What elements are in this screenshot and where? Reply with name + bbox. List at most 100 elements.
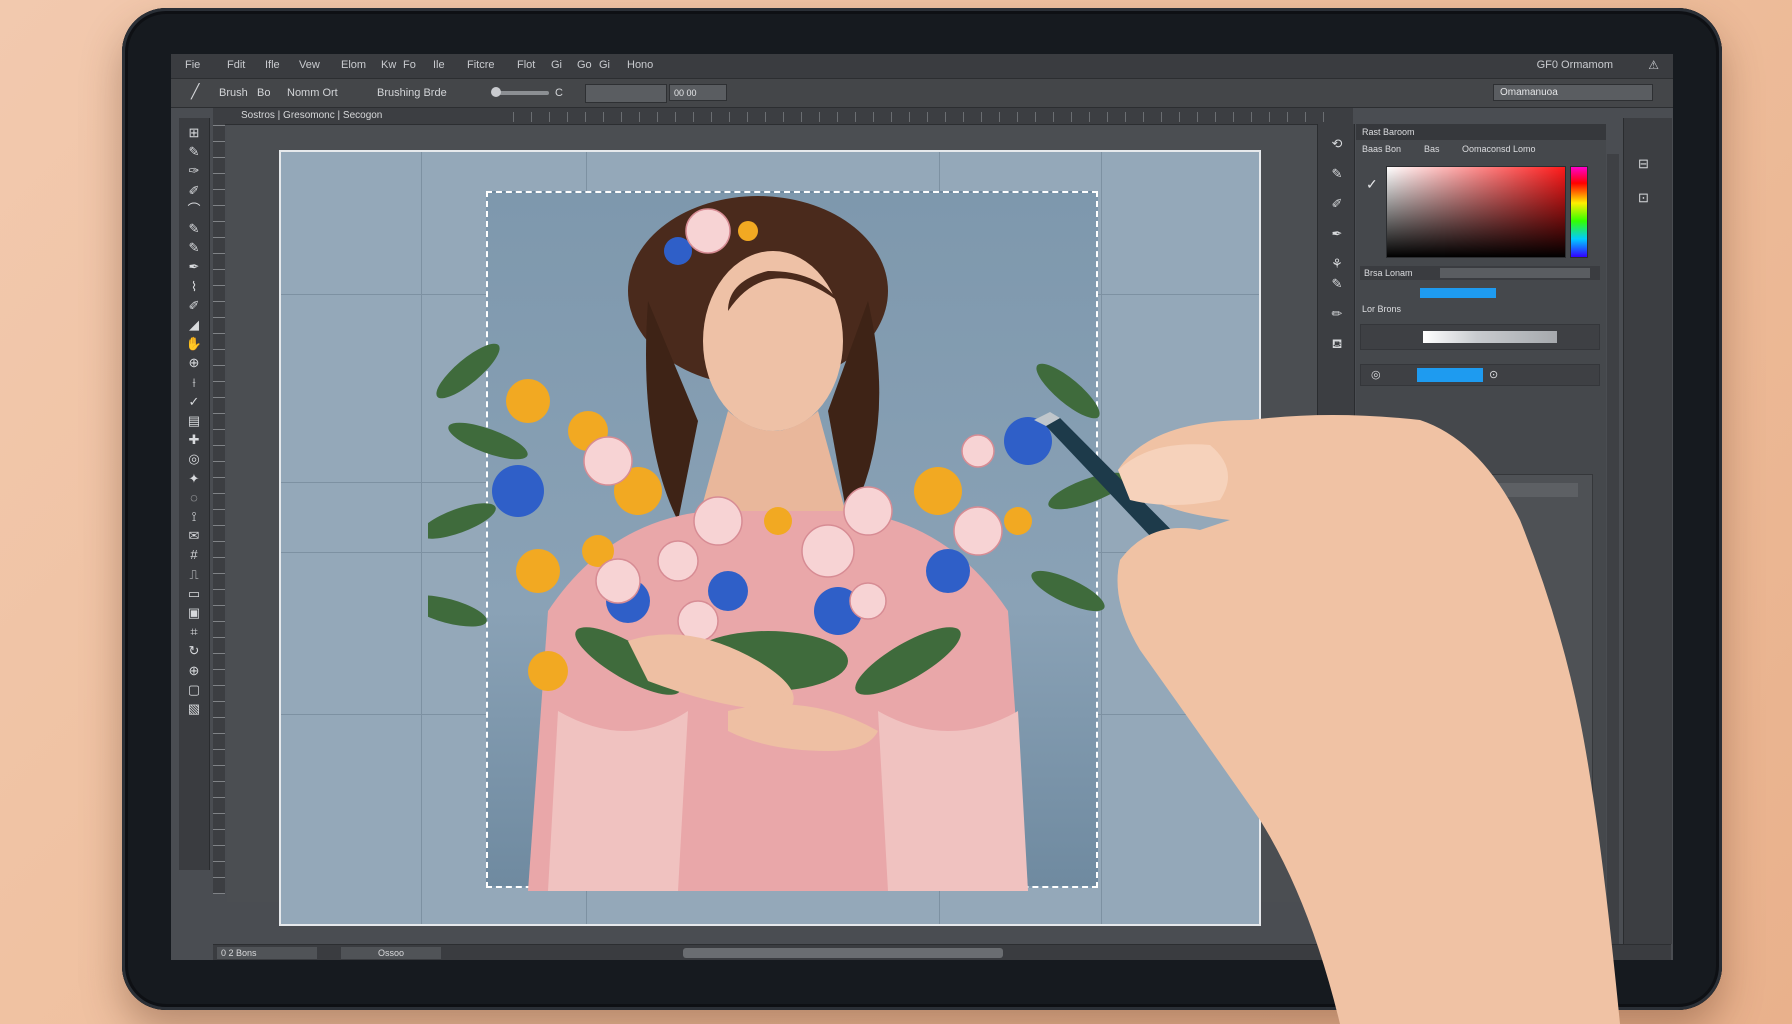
tab-adjustments[interactable]: Oomaconsd Lomo xyxy=(1462,144,1536,154)
menu-item-plot[interactable]: Flot xyxy=(517,59,535,71)
menu-item-view[interactable]: Vew xyxy=(299,59,320,71)
zoom-tool[interactable]: ⊕ xyxy=(184,354,204,372)
stamp-icon[interactable]: ⛾ xyxy=(1328,336,1346,354)
tab-swatches[interactable]: Baas Bon xyxy=(1362,144,1401,154)
move-tool[interactable]: ⊞ xyxy=(184,124,204,142)
eraser-tool[interactable]: ✎ xyxy=(184,220,204,238)
gradient-tool[interactable]: ▤ xyxy=(184,412,204,430)
menu-item-go[interactable]: Go xyxy=(577,59,592,71)
clone-tool[interactable]: ✎ xyxy=(184,239,204,257)
clone-source-icon[interactable]: ✐ xyxy=(1328,196,1346,214)
zoom-level[interactable]: 0 2 Bons xyxy=(217,947,317,959)
screen-mode-tool[interactable]: ▢ xyxy=(184,681,204,699)
foreground-swatch[interactable] xyxy=(1417,368,1483,382)
panel-icon-strip: ⟲ ✎ ✐ ✒ ⚘ ✎ ✏ ⛾ xyxy=(1317,124,1355,864)
portrait-artwork xyxy=(428,196,1128,891)
horizontal-scrollbar[interactable] xyxy=(683,948,1003,958)
pen-tool[interactable]: ✑ xyxy=(184,162,204,180)
menu-item-help[interactable]: Hono xyxy=(627,59,653,71)
workspace-label[interactable]: GF0 Ormamom xyxy=(1537,59,1613,71)
doc-info[interactable]: Ossoo xyxy=(341,947,441,959)
panel-header[interactable]: Rast Baroom xyxy=(1356,124,1606,140)
menu-item-filter[interactable]: Fitcre xyxy=(467,59,495,71)
document-tab[interactable]: Sostros | Gresomonc | Secogon xyxy=(241,110,382,121)
dodge-tool[interactable]: ⌇ xyxy=(184,278,204,296)
selected-image-layer[interactable] xyxy=(428,191,1128,891)
link-icon[interactable]: ◎ xyxy=(1371,368,1381,381)
options-bar: ╱ Brush Bo Nomm Ort Brushing Brde C 00 0… xyxy=(171,79,1673,108)
blur-tool[interactable]: ◌ xyxy=(184,489,204,507)
grid-line xyxy=(421,152,422,924)
brush-section-label[interactable]: Brsa Lonam xyxy=(1364,268,1413,278)
menu-item-file[interactable]: Fie xyxy=(185,59,200,71)
menu-item-edit[interactable]: Fdit xyxy=(227,59,245,71)
brush-row: Lor Brons xyxy=(1360,302,1600,318)
coord-field[interactable]: 00 00 xyxy=(669,84,727,101)
note-tool[interactable]: ✉ xyxy=(184,527,204,545)
smudge-tool[interactable]: ✒ xyxy=(184,258,204,276)
hand-tool[interactable]: ✋ xyxy=(184,335,204,353)
option-row xyxy=(1360,286,1600,302)
text-tool[interactable]: ✐ xyxy=(184,297,204,315)
properties-icon[interactable]: ⊟ xyxy=(1638,156,1649,172)
pencil-icon[interactable]: ✏ xyxy=(1328,306,1346,324)
brush-label[interactable]: Brush xyxy=(219,87,248,99)
heal-tool[interactable]: ✚ xyxy=(184,431,204,449)
history-icon[interactable]: ⟲ xyxy=(1328,136,1346,154)
mode-label[interactable]: Bo xyxy=(257,87,270,99)
pencil-tool[interactable]: ✐ xyxy=(184,182,204,200)
artboard-tool[interactable]: ▣ xyxy=(184,604,204,622)
gradient-row xyxy=(1360,324,1600,350)
menu-item-layer[interactable]: Elom xyxy=(341,59,366,71)
opacity-slider-knob[interactable] xyxy=(491,87,501,97)
hue-slider[interactable] xyxy=(1570,166,1588,258)
eyedropper-icon[interactable]: ✓ xyxy=(1366,176,1378,193)
tools-panel: ⊞ ✎ ✑ ✐ ⌒ ✎ ✎ ✒ ⌇ ✐ ◢ ✋ ⊕ ⟊ ✓ ▤ ✚ ◎ ✦ ◌ ⟟ ✉ # ⎍ ▭ ▣ ⌗ ↻ ⊕ ▢ ▧ xyxy=(179,118,210,870)
far-right-strip: ⊟ ⊡ xyxy=(1623,118,1672,944)
pen-icon[interactable]: ✒ xyxy=(1328,226,1346,244)
brush-slash-icon[interactable]: ╱ xyxy=(191,83,199,100)
size-label[interactable]: Nomm Ort xyxy=(287,87,338,99)
selected-option[interactable] xyxy=(1420,288,1496,298)
count-tool[interactable]: # xyxy=(184,546,204,564)
warning-icon[interactable]: ⚠ xyxy=(1648,58,1659,72)
swap-icon[interactable]: ⊙ xyxy=(1489,368,1498,381)
quick-select-tool[interactable]: ◎ xyxy=(184,450,204,468)
shape-tool[interactable]: ◢ xyxy=(184,316,204,334)
vertical-ruler xyxy=(213,124,225,894)
swatch-row: ◎ ⊙ xyxy=(1360,364,1600,386)
opacity-slider[interactable] xyxy=(493,91,549,95)
panel-scrollbar[interactable] xyxy=(1607,154,1619,944)
color-picker-field[interactable] xyxy=(1386,166,1566,258)
burn-tool[interactable]: ✦ xyxy=(184,470,204,488)
eyedropper-tool[interactable]: ✓ xyxy=(184,393,204,411)
tab-color[interactable]: Bas xyxy=(1424,144,1440,154)
document-tab-strip: Sostros | Gresomonc | Secogon xyxy=(213,108,1353,125)
brush-section-field[interactable] xyxy=(1440,268,1590,278)
preset-label[interactable]: Brushing Brde xyxy=(377,87,447,99)
tool-preset-icon[interactable]: ⚘ xyxy=(1328,256,1346,274)
menu-item-gi-2[interactable]: Gi xyxy=(599,59,610,71)
layers-icon[interactable]: ⊡ xyxy=(1638,190,1649,206)
rotate-tool[interactable]: ↻ xyxy=(184,642,204,660)
frame-tool[interactable]: ▭ xyxy=(184,585,204,603)
menu-item-image[interactable]: Ifle xyxy=(265,59,280,71)
lasso-tool[interactable]: ⌒ xyxy=(184,201,204,219)
layer-row[interactable]: Dfe xyxy=(1478,483,1578,497)
menu-item-fo[interactable]: Fo xyxy=(403,59,416,71)
gradient-bar[interactable] xyxy=(1423,331,1557,343)
ruler-tool[interactable]: ⎍ xyxy=(184,566,204,584)
slice-tool[interactable]: ⌗ xyxy=(184,623,204,641)
crop-tool[interactable]: ⟊ xyxy=(184,374,204,392)
menu-item-ile[interactable]: Ile xyxy=(433,59,445,71)
brush-tool[interactable]: ✎ xyxy=(184,143,204,161)
zoom-in-tool[interactable]: ⊕ xyxy=(184,662,204,680)
brush-settings-icon[interactable]: ✎ xyxy=(1328,276,1346,294)
layer-tool[interactable]: ▧ xyxy=(184,700,204,718)
menu-item-gi[interactable]: Gi xyxy=(551,59,562,71)
brush-preset-icon[interactable]: ✎ xyxy=(1328,166,1346,184)
menu-item-kw[interactable]: Kw xyxy=(381,59,396,71)
path-tool[interactable]: ⟟ xyxy=(184,508,204,526)
flow-field[interactable] xyxy=(585,84,667,103)
workspace-search-field[interactable]: Omamanuoa xyxy=(1493,84,1653,101)
